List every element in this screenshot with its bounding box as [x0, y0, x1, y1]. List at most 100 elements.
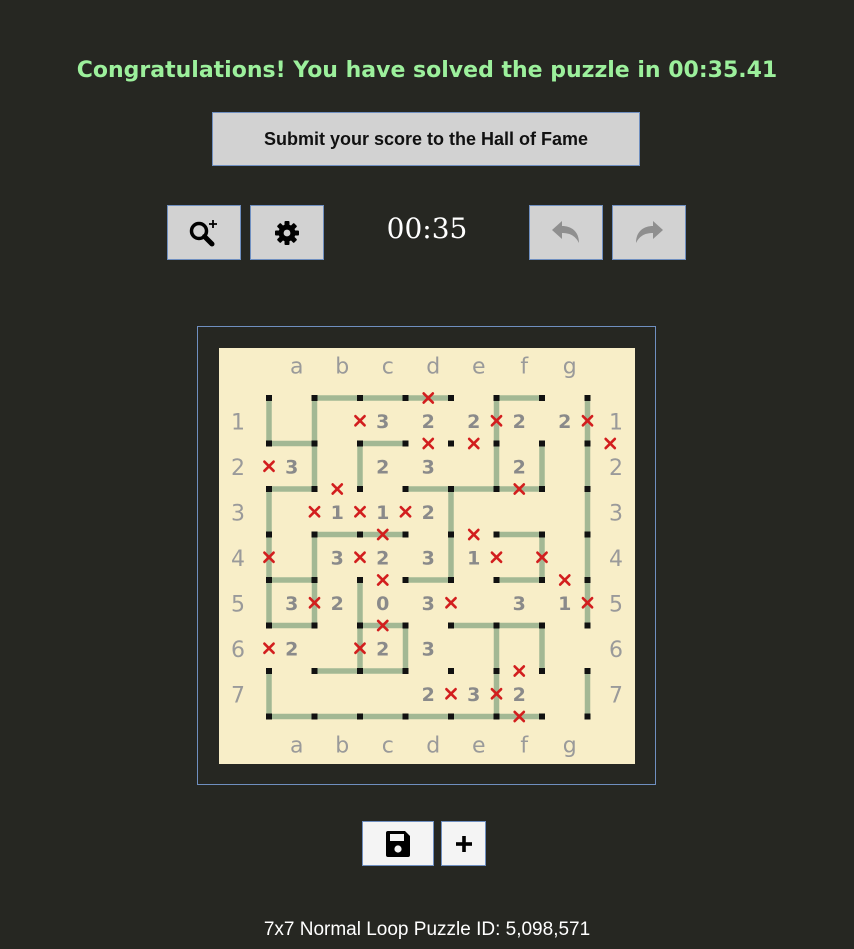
column-label: b — [335, 734, 349, 759]
cell-clue: 2 — [376, 547, 389, 569]
cell-clue: 2 — [513, 411, 526, 433]
grid-dot — [493, 713, 500, 720]
zoom-button[interactable] — [167, 205, 241, 260]
grid-dot — [266, 440, 272, 447]
grid-dot — [357, 440, 363, 447]
grid-dot — [311, 668, 318, 674]
cell-clue: 3 — [285, 593, 298, 615]
grid-dot — [539, 713, 545, 720]
row-label: 5 — [231, 592, 245, 617]
redo-button[interactable] — [612, 205, 686, 260]
cell-clue: 3 — [422, 547, 435, 569]
puzzle-board[interactable]: a a b b c c d d e e f f g g 1 1 2 2 3 3 4 4 5 5 6 6 7 7 3 2 2 2 2 3 2 3 2 1 1 2… — [219, 348, 635, 764]
save-button[interactable] — [362, 821, 434, 866]
row-label: 3 — [231, 501, 245, 526]
cell-clue: 3 — [331, 547, 344, 569]
grid-dot — [493, 395, 500, 401]
cell-clue: 2 — [376, 456, 389, 478]
grid-dot — [266, 577, 272, 583]
grid-dot — [584, 531, 591, 538]
grid-dot — [539, 440, 545, 447]
grid-dot — [448, 622, 454, 629]
redo-icon — [636, 220, 663, 243]
row-label: 2 — [231, 456, 245, 481]
grid-dot — [311, 577, 318, 583]
grid-dot — [266, 622, 272, 629]
cell-clue: 3 — [285, 456, 298, 478]
row-label: 7 — [609, 683, 623, 708]
column-label: f — [520, 734, 529, 759]
column-label: d — [426, 355, 440, 380]
row-label: 2 — [609, 456, 623, 481]
grid-dot — [448, 577, 454, 583]
grid-dot — [311, 395, 318, 401]
grid-dot — [357, 486, 363, 492]
grid-dot — [402, 668, 409, 674]
grid-dot — [311, 531, 318, 538]
grid-dot — [448, 668, 454, 674]
grid-dot — [357, 713, 363, 720]
timer: 00:35 — [386, 212, 468, 245]
cell-clue: 2 — [422, 411, 435, 433]
grid-dot — [357, 395, 363, 401]
grid-dot — [266, 486, 272, 492]
grid-dot — [357, 577, 363, 583]
cell-clue: 0 — [376, 593, 389, 615]
cell-clue: 2 — [331, 593, 344, 615]
cell-clue: 3 — [376, 411, 389, 433]
column-label: e — [472, 734, 486, 759]
grid-dot — [311, 440, 318, 447]
grid-dot — [266, 713, 272, 720]
grid-dot — [402, 486, 409, 492]
grid-dot — [584, 486, 591, 492]
cell-clue: 2 — [285, 638, 298, 660]
grid-dot — [448, 713, 454, 720]
grid-dot — [448, 395, 454, 401]
grid-dot — [357, 668, 363, 674]
grid-dot — [584, 440, 591, 447]
grid-dot — [493, 668, 500, 674]
cell-clue: 2 — [422, 502, 435, 524]
row-label: 1 — [609, 410, 623, 435]
submit-score-button[interactable]: Submit your score to the Hall of Fame — [212, 112, 640, 166]
grid-dot — [402, 622, 409, 629]
grid-dot — [539, 531, 545, 538]
grid-dot — [584, 713, 591, 720]
undo-icon — [552, 220, 579, 243]
cell-clue: 2 — [558, 411, 571, 433]
grid-dot — [357, 622, 363, 629]
grid-dot — [402, 531, 409, 538]
row-label: 3 — [609, 501, 623, 526]
column-label: c — [382, 355, 394, 380]
grid-dot — [311, 713, 318, 720]
cell-clue: 2 — [513, 456, 526, 478]
grid-dot — [539, 622, 545, 629]
cell-clue: 3 — [422, 593, 435, 615]
new-puzzle-button[interactable] — [441, 821, 486, 866]
grid-dot — [448, 486, 454, 492]
grid-dot — [402, 440, 409, 447]
column-label: b — [335, 355, 349, 380]
grid-dot — [493, 440, 500, 447]
cell-clue: 2 — [467, 411, 480, 433]
grid-dot — [311, 486, 318, 492]
cell-clue: 3 — [467, 684, 480, 706]
grid-dot — [493, 622, 500, 629]
grid-dot — [448, 440, 454, 447]
row-label: 6 — [231, 638, 245, 663]
column-label: a — [290, 734, 303, 759]
zoom-in-icon — [189, 219, 217, 246]
gear-icon — [275, 220, 299, 245]
congrats-message: Congratulations! You have solved the puz… — [76, 58, 778, 83]
grid-dot — [357, 531, 363, 538]
cell-clue: 2 — [422, 684, 435, 706]
column-label: e — [472, 355, 486, 380]
grid-dot — [311, 622, 318, 629]
cell-clue: 3 — [422, 456, 435, 478]
grid-dot — [539, 486, 545, 492]
grid-dot — [539, 668, 545, 674]
plus-icon — [455, 835, 472, 852]
settings-button[interactable] — [250, 205, 324, 260]
undo-button[interactable] — [529, 205, 603, 260]
grid-dot — [402, 577, 409, 583]
